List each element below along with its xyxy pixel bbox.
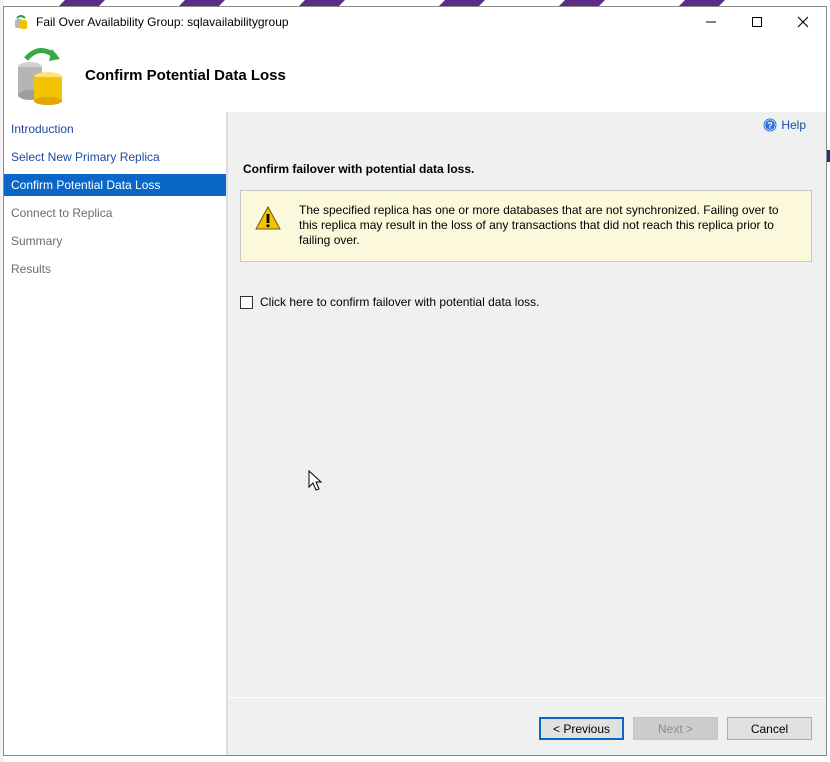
minimize-icon: [706, 21, 716, 23]
previous-button[interactable]: < Previous: [539, 717, 624, 740]
confirm-data-loss-checkbox[interactable]: [240, 295, 253, 309]
step-results: Results: [11, 262, 52, 276]
main-content: ? Help Confirm failover with potential d…: [228, 112, 826, 699]
help-label: Help: [781, 118, 806, 132]
warning-box: The specified replica has one or more da…: [240, 190, 812, 262]
close-button[interactable]: [780, 7, 826, 37]
step-introduction[interactable]: Introduction: [4, 118, 226, 140]
window-title: Fail Over Availability Group: sqlavailab…: [36, 15, 289, 29]
title-bar[interactable]: Fail Over Availability Group: sqlavailab…: [4, 7, 826, 37]
mouse-cursor-icon: [308, 470, 323, 491]
wizard-header: Confirm Potential Data Loss: [4, 37, 826, 112]
wizard-steps-sidebar: Introduction Select New Primary Replica …: [4, 112, 226, 755]
next-button[interactable]: Next >: [633, 717, 718, 740]
cancel-button[interactable]: Cancel: [727, 717, 812, 740]
footer-divider: [228, 697, 826, 698]
confirm-data-loss-label[interactable]: Click here to confirm failover with pote…: [260, 295, 539, 309]
confirm-data-loss-option[interactable]: Click here to confirm failover with pote…: [240, 295, 539, 309]
help-icon: ?: [763, 118, 777, 132]
maximize-icon: [752, 17, 762, 27]
svg-text:?: ?: [768, 121, 774, 131]
step-confirm-potential-data-loss[interactable]: Confirm Potential Data Loss: [4, 174, 226, 196]
page-title: Confirm Potential Data Loss: [85, 67, 286, 84]
section-title: Confirm failover with potential data los…: [243, 162, 475, 176]
database-failover-icon: [18, 48, 62, 105]
failover-wizard-window: Fail Over Availability Group: sqlavailab…: [3, 6, 827, 756]
step-summary: Summary: [11, 234, 63, 248]
app-icon: [15, 15, 27, 29]
close-icon: [797, 16, 809, 28]
warning-text: The specified replica has one or more da…: [299, 203, 779, 247]
maximize-button[interactable]: [734, 7, 780, 37]
step-connect-to-replica: Connect to Replica: [11, 206, 113, 220]
minimize-button[interactable]: [688, 7, 734, 37]
help-link[interactable]: ? Help: [763, 118, 806, 132]
step-select-new-primary-replica[interactable]: Select New Primary Replica: [4, 146, 226, 168]
warning-icon: [255, 206, 281, 230]
wizard-footer: < Previous Next > Cancel: [228, 699, 826, 755]
